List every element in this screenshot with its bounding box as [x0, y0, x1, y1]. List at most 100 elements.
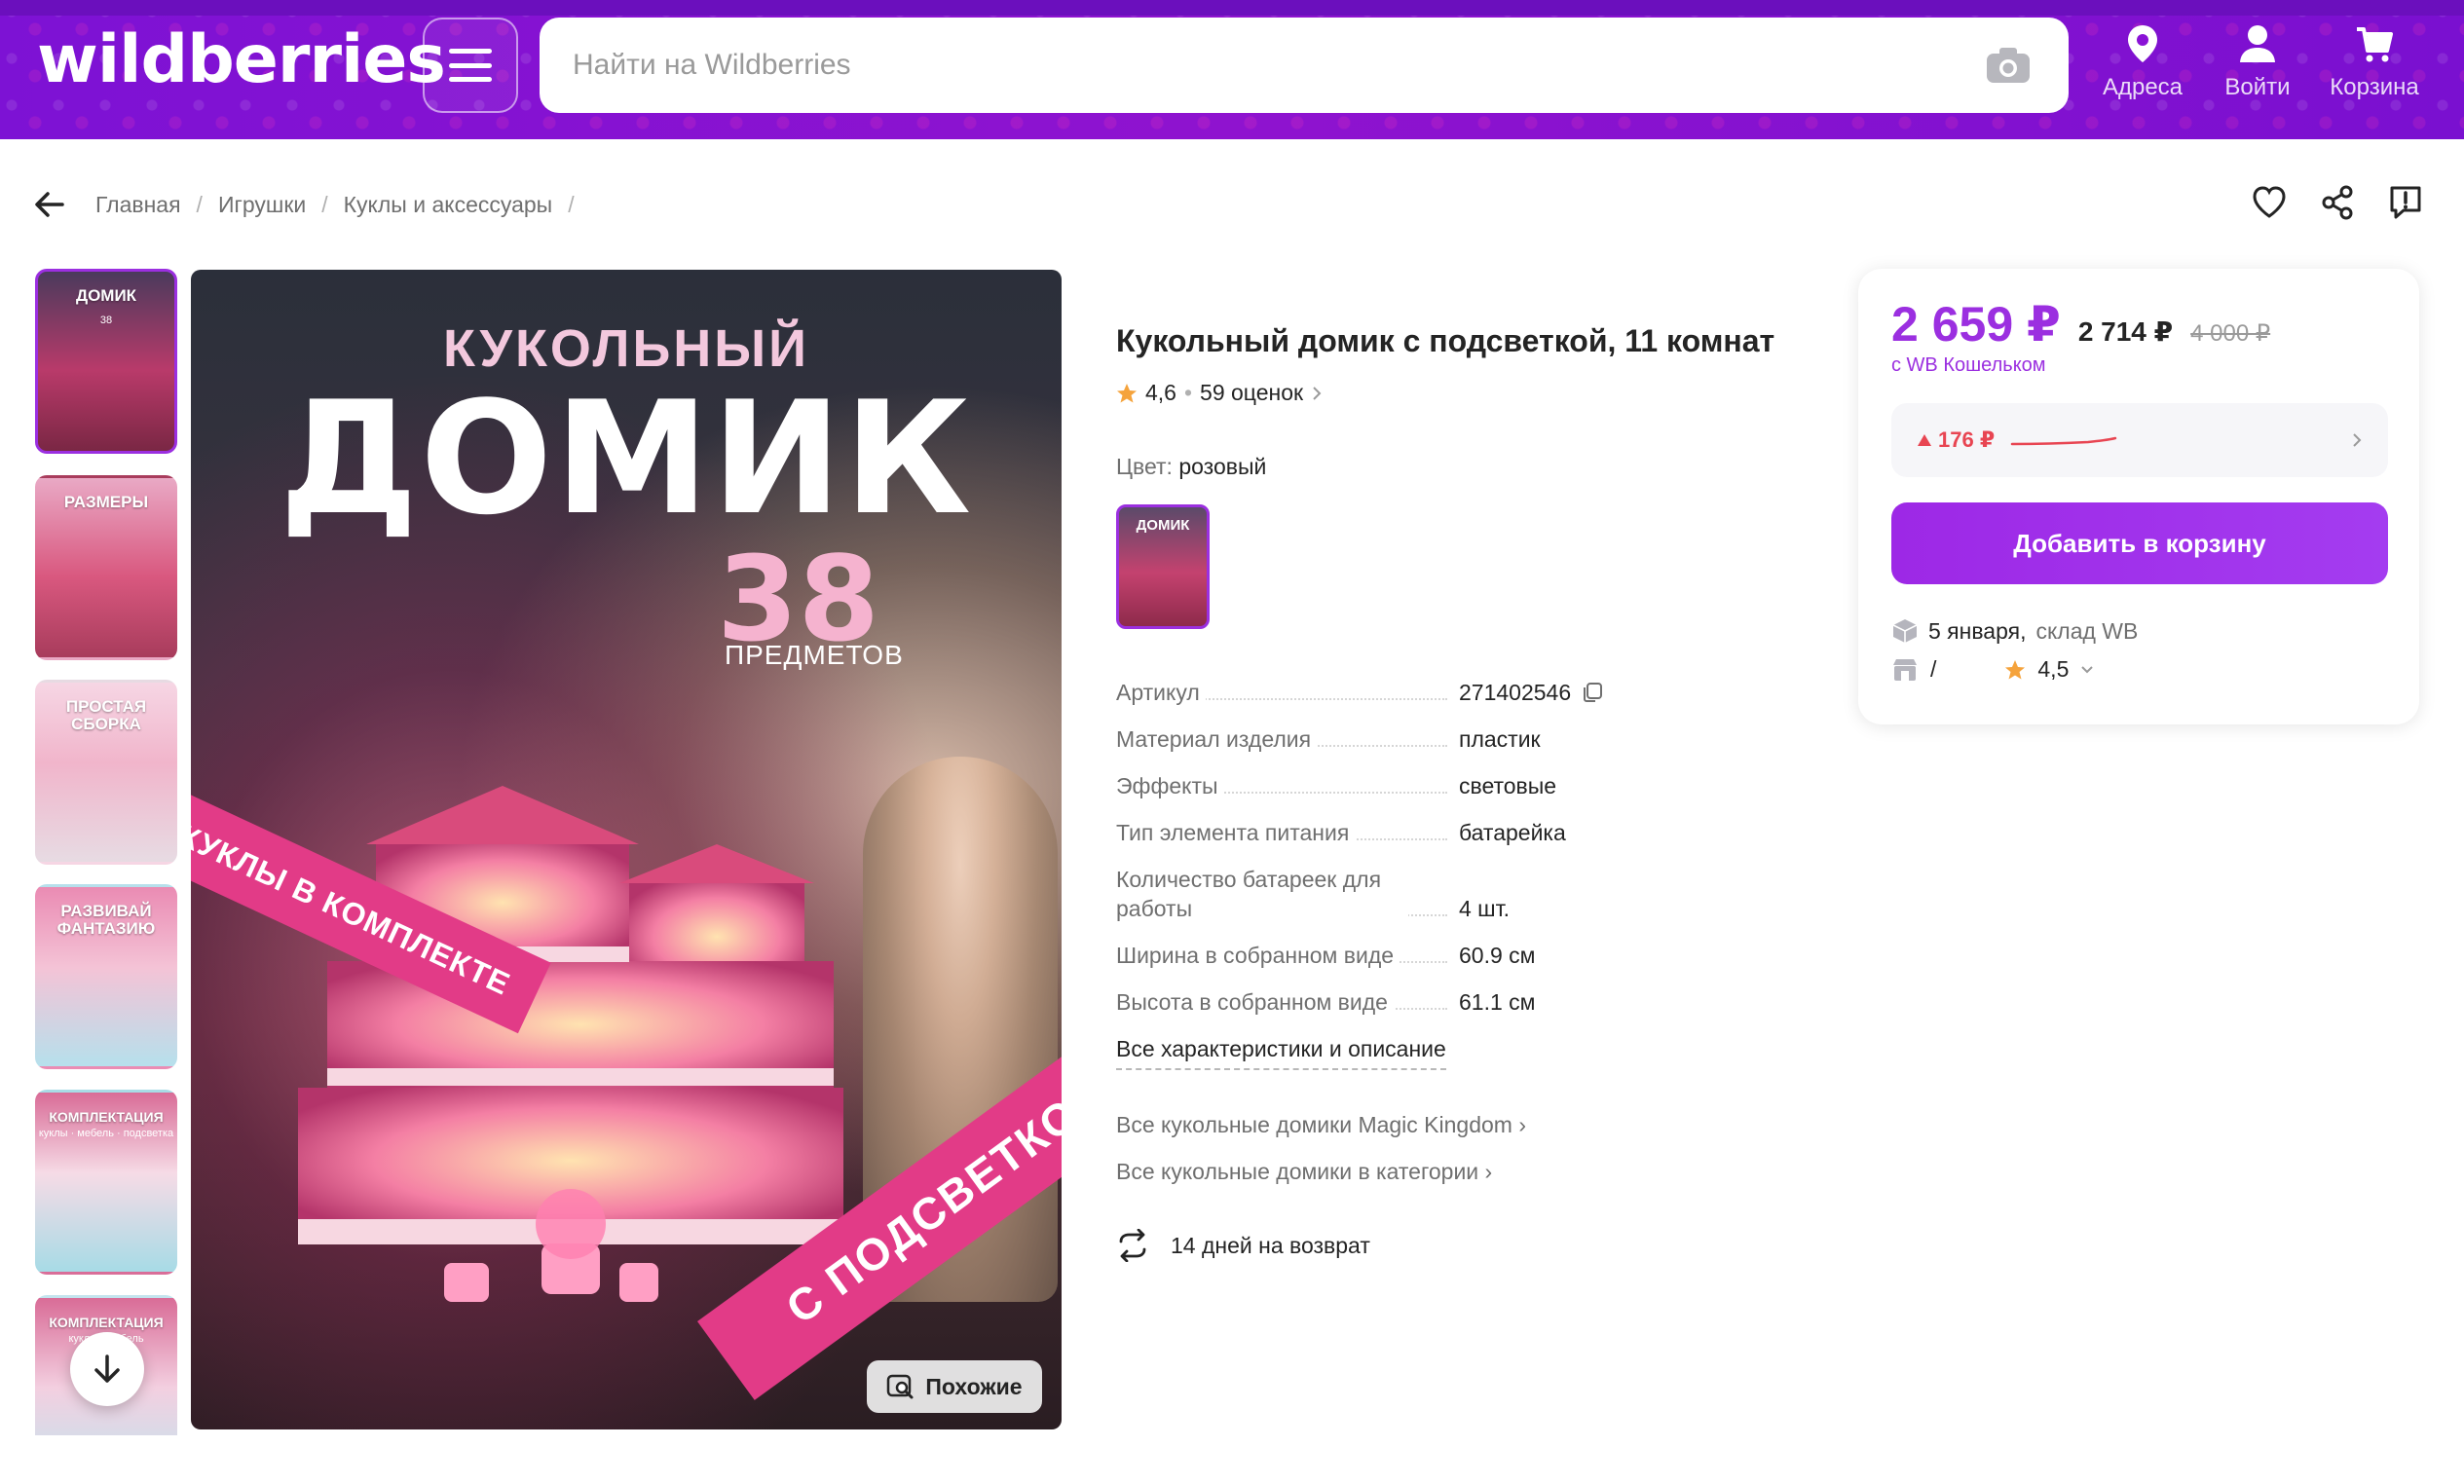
- spec-value: пластик: [1459, 726, 1541, 752]
- triangle-up-icon: [1918, 434, 1931, 446]
- thumbnail-sub: 38: [99, 315, 113, 326]
- store-icon: [1893, 658, 1917, 681]
- hamburger-icon: [449, 49, 492, 82]
- brand-category-link[interactable]: Все кукольные домики Magic Kingdom ›: [1116, 1112, 1526, 1138]
- product-actions: [2250, 183, 2425, 222]
- thumbnail-label: РАЗМЕРЫ: [63, 493, 149, 511]
- article-number: 271402546: [1459, 680, 1572, 705]
- copy-icon[interactable]: [1581, 681, 1604, 704]
- addresses-button[interactable]: Адреса: [2102, 23, 2184, 111]
- thumbnail-2[interactable]: РАЗМЕРЫ: [35, 475, 177, 660]
- spec-key: Количество батареек для работы: [1116, 865, 1408, 923]
- rating-value: 4,6: [1145, 380, 1176, 405]
- back-arrow-icon[interactable]: [33, 188, 66, 221]
- return-policy[interactable]: 14 дней на возврат: [1116, 1229, 1370, 1262]
- seller-name: /: [1930, 656, 1937, 682]
- price-history-button[interactable]: 176 ₽: [1891, 403, 2388, 477]
- login-label: Войти: [2224, 74, 2291, 100]
- category-link[interactable]: Все кукольные домики в категории ›: [1116, 1159, 1492, 1185]
- spec-value: 60.9 см: [1459, 943, 1536, 968]
- thumbnail-label: КОМПЛЕКТАЦИЯ: [49, 1109, 164, 1125]
- camera-icon[interactable]: [1985, 46, 2032, 85]
- wildberries-logo[interactable]: wildberries: [37, 21, 446, 99]
- thumbnail-sub: куклы · мебель · подсветка: [38, 1128, 174, 1139]
- delivery-date: 5 января,: [1928, 617, 2027, 644]
- return-arrows-icon: [1119, 1229, 1146, 1262]
- breadcrumb-home[interactable]: Главная: [95, 192, 181, 218]
- return-policy-text: 14 дней на возврат: [1171, 1232, 1370, 1258]
- wallet-note[interactable]: с WB Кошельком: [1891, 354, 2046, 377]
- spec-value: 61.1 см: [1459, 989, 1536, 1015]
- user-icon: [2240, 25, 2275, 62]
- chevron-right-icon: [2353, 433, 2362, 447]
- price-card: 2 659 ₽ 2 714 ₽ 4 000 ₽ с WB Кошельком 1…: [1858, 269, 2419, 724]
- thumbnail-5[interactable]: КОМПЛЕКТАЦИЯ куклы · мебель · подсветка: [35, 1090, 177, 1275]
- addresses-label: Адреса: [2102, 74, 2184, 100]
- rating-summary[interactable]: 4,6 • 59 оценок: [1116, 380, 1323, 406]
- color-label: Цвет:: [1116, 454, 1173, 479]
- site-header: wildberries Адреса Войти: [0, 0, 2464, 139]
- spec-value: 4 шт.: [1459, 896, 1511, 921]
- spec-row: Артикул 271402546: [1116, 678, 1661, 707]
- main-product-image[interactable]: КУКОЛЬНЫЙ ДОМИК 38 ПРЕДМЕТОВ КУКЛЫ В КОМ…: [191, 270, 1062, 1429]
- color-swatch-pink[interactable]: ДОМИК: [1116, 504, 1210, 629]
- spec-row: Материал изделия пластик: [1116, 724, 1661, 754]
- add-to-cart-button[interactable]: Добавить в корзину: [1891, 502, 2388, 584]
- price-block: 2 659 ₽ 2 714 ₽ 4 000 ₽: [1891, 296, 2270, 352]
- star-icon: [2005, 659, 2026, 679]
- chevron-down-icon: [2081, 665, 2094, 673]
- breadcrumb-dolls[interactable]: Куклы и аксессуары: [344, 192, 553, 218]
- report-icon[interactable]: [2386, 183, 2425, 222]
- brand-category-link-text: Все кукольные домики Magic Kingdom: [1116, 1112, 1512, 1137]
- reviews-count: 59 оценок: [1200, 380, 1304, 405]
- thumbnail-label: КОМПЛЕКТАЦИЯ: [49, 1315, 164, 1330]
- login-button[interactable]: Войти: [2221, 23, 2295, 111]
- color-info: Цвет: розовый: [1116, 454, 1266, 480]
- breadcrumb-separator: /: [321, 191, 328, 217]
- chevron-right-icon: ›: [1484, 1159, 1493, 1184]
- delivery-warehouse: склад WB: [2035, 617, 2139, 644]
- seller-info[interactable]: / 4,5: [1891, 656, 2094, 683]
- box-icon: [1892, 619, 1918, 643]
- dollhouse-illustration: [298, 786, 843, 1302]
- spec-row: Эффекты световые: [1116, 771, 1661, 800]
- breadcrumb-separator: /: [568, 191, 575, 217]
- all-specs-link[interactable]: Все характеристики и описание: [1116, 1036, 1446, 1070]
- category-link-text: Все кукольные домики в категории: [1116, 1159, 1479, 1184]
- search-bar: [540, 18, 2069, 113]
- spec-row: Ширина в собранном виде 60.9 см: [1116, 941, 1661, 970]
- breadcrumb-toys[interactable]: Игрушки: [218, 192, 306, 218]
- cart-label: Корзина: [2330, 74, 2419, 100]
- spec-key: Эффекты: [1116, 773, 1224, 798]
- thumbnails-scroll-down-button[interactable]: [70, 1332, 144, 1406]
- image-number-label: ПРЕДМЕТОВ: [725, 640, 904, 670]
- cart-button[interactable]: Корзина: [2328, 23, 2421, 111]
- product-title: Кукольный домик с подсветкой, 11 комнат: [1116, 323, 1775, 358]
- spec-key: Тип элемента питания: [1116, 820, 1356, 845]
- thumbnail-label: РАЗВИВАЙ ФАНТАЗИЮ: [56, 902, 156, 938]
- thumbnail-label: ПРОСТАЯ СБОРКА: [65, 697, 147, 733]
- share-icon[interactable]: [2318, 183, 2357, 222]
- price-without-wallet: 2 714 ₽: [2077, 316, 2174, 347]
- thumbnail-1[interactable]: ДОМИК 38: [35, 269, 177, 454]
- swatch-label: ДОМИК: [1136, 517, 1190, 534]
- spec-row: Количество батареек для работы 4 шт.: [1116, 865, 1661, 923]
- star-icon: [1117, 383, 1137, 402]
- spec-row: Высота в собранном виде 61.1 см: [1116, 987, 1661, 1017]
- thumbnail-label: ДОМИК: [75, 286, 137, 305]
- price-old: 4 000 ₽: [2190, 320, 2271, 347]
- price-current: 2 659 ₽: [1891, 297, 2061, 352]
- thumbnail-4[interactable]: РАЗВИВАЙ ФАНТАЗИЮ: [35, 884, 177, 1069]
- catalog-menu-button[interactable]: [423, 18, 518, 113]
- price-change-value: 176 ₽: [1938, 427, 1996, 452]
- spec-value: батарейка: [1459, 820, 1566, 845]
- spec-value: световые: [1459, 773, 1557, 798]
- spec-key: Материал изделия: [1116, 726, 1318, 752]
- header-top-strip: [0, 0, 2464, 16]
- price-change: 176 ₽: [1917, 427, 1995, 453]
- search-input[interactable]: [540, 18, 1985, 113]
- similar-products-button[interactable]: Похожие: [867, 1360, 1042, 1413]
- search-similar-icon: [887, 1374, 914, 1399]
- thumbnail-3[interactable]: ПРОСТАЯ СБОРКА: [35, 680, 177, 865]
- heart-icon[interactable]: [2250, 183, 2289, 222]
